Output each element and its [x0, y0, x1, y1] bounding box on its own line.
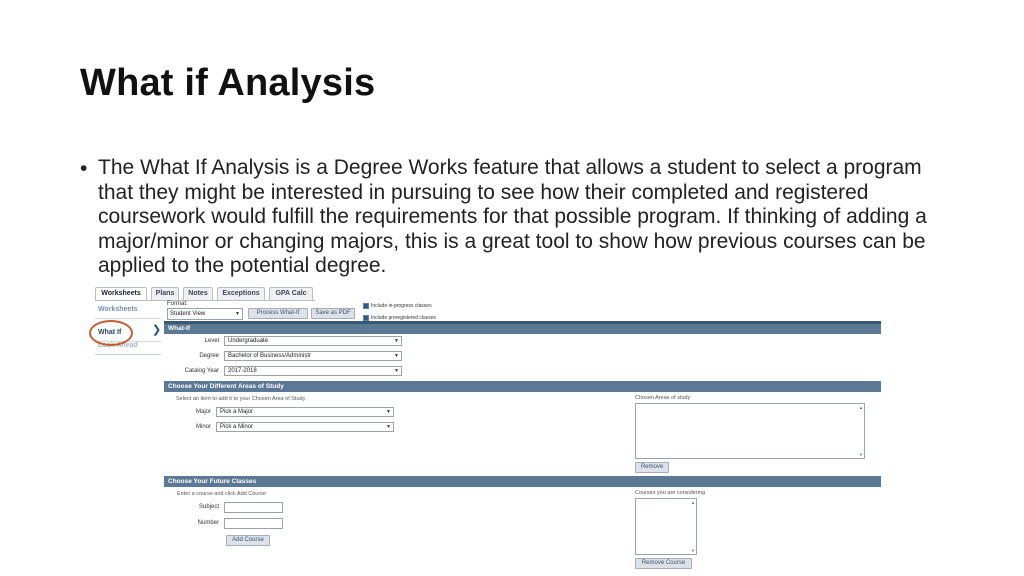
what-if-section-header: What-If — [164, 321, 881, 334]
level-select[interactable]: Undergraduate ▼ — [224, 336, 402, 346]
caret-down-icon: ▼ — [386, 409, 391, 415]
level-select-value: Undergraduate — [228, 338, 269, 344]
format-select[interactable]: Student View ▼ — [167, 308, 243, 320]
courses-considering-label: Courses you are considering — [635, 490, 706, 496]
catalog-year-select[interactable]: 2017-2018 ▼ — [224, 366, 402, 376]
major-select-value: Pick a Major — [220, 409, 254, 415]
areas-hint: Select an item to add it to your Chosen … — [176, 396, 306, 402]
process-what-if-button[interactable]: Process What-If — [248, 308, 308, 319]
number-input[interactable] — [224, 518, 283, 529]
future-classes-section-header: Choose Your Future Classes — [164, 476, 881, 487]
caret-down-icon: ▼ — [394, 338, 399, 344]
tab-gpa-calc[interactable]: GPA Calc — [269, 287, 313, 300]
catalog-year-select-value: 2017-2018 — [228, 368, 257, 374]
remove-area-button[interactable]: Remove — [635, 462, 669, 473]
minor-select-value: Pick a Minor — [220, 424, 254, 430]
degree-label: Degree — [199, 353, 219, 359]
degree-select[interactable]: Bachelor of Business/Administr ▼ — [224, 351, 402, 361]
subject-label: Subject — [198, 504, 219, 510]
subject-input[interactable] — [224, 502, 283, 513]
chevron-right-icon: ❯ — [152, 324, 162, 336]
tab-exceptions[interactable]: Exceptions — [217, 287, 265, 300]
scroll-up-icon[interactable]: ▲ — [859, 405, 863, 410]
save-as-pdf-button[interactable]: Save as PDF — [311, 308, 355, 319]
number-label: Number — [197, 520, 219, 526]
bullet-text: The What If Analysis is a Degree Works f… — [98, 156, 927, 278]
areas-of-study-section-header: Choose Your Different Areas of Study — [164, 381, 881, 392]
degree-select-value: Bachelor of Business/Administr — [228, 353, 312, 359]
add-course-button[interactable]: Add Course — [226, 535, 270, 546]
minor-label: Minor — [195, 424, 211, 430]
level-label: Level — [204, 338, 219, 344]
format-select-value: Student View — [170, 311, 206, 317]
chosen-areas-label: Chosen Areas of study — [635, 395, 691, 401]
remove-course-button[interactable]: Remove Course — [635, 558, 692, 569]
slide-title: What if Analysis — [80, 62, 376, 104]
degreeworks-screenshot: Worksheets Plans Notes Exceptions GPA Ca… — [89, 287, 881, 576]
include-inprogress-label: Include in-progress classes — [371, 303, 432, 309]
scroll-down-icon[interactable]: ▼ — [691, 548, 695, 553]
caret-down-icon: ▼ — [394, 353, 399, 359]
major-select[interactable]: Pick a Major ▼ — [216, 407, 394, 417]
format-label: Format: — [167, 301, 188, 307]
sidenav-item-worksheets[interactable]: Worksheets — [95, 301, 161, 319]
chosen-areas-listbox[interactable]: ▲ ▼ — [635, 403, 865, 459]
minor-select[interactable]: Pick a Minor ▼ — [216, 422, 394, 432]
scroll-up-icon[interactable]: ▲ — [691, 500, 695, 505]
tab-plans[interactable]: Plans — [151, 287, 179, 300]
major-label: Major — [195, 409, 211, 415]
future-hint: Enter a course and click Add Course — [177, 491, 266, 497]
include-inprogress-checkbox[interactable] — [363, 303, 369, 309]
scroll-down-icon[interactable]: ▼ — [859, 452, 863, 457]
caret-down-icon: ▼ — [235, 311, 240, 317]
highlight-circle — [89, 320, 133, 346]
caret-down-icon: ▼ — [394, 368, 399, 374]
tab-worksheets[interactable]: Worksheets — [95, 287, 147, 300]
bullet-list: • The What If Analysis is a Degree Works… — [80, 156, 930, 279]
tab-notes[interactable]: Notes — [183, 287, 213, 300]
courses-considering-listbox[interactable]: ▲ ▼ — [635, 498, 697, 555]
bullet-marker: • — [80, 157, 88, 180]
caret-down-icon: ▼ — [386, 424, 391, 430]
catalog-year-label: Catalog Year — [184, 368, 219, 374]
